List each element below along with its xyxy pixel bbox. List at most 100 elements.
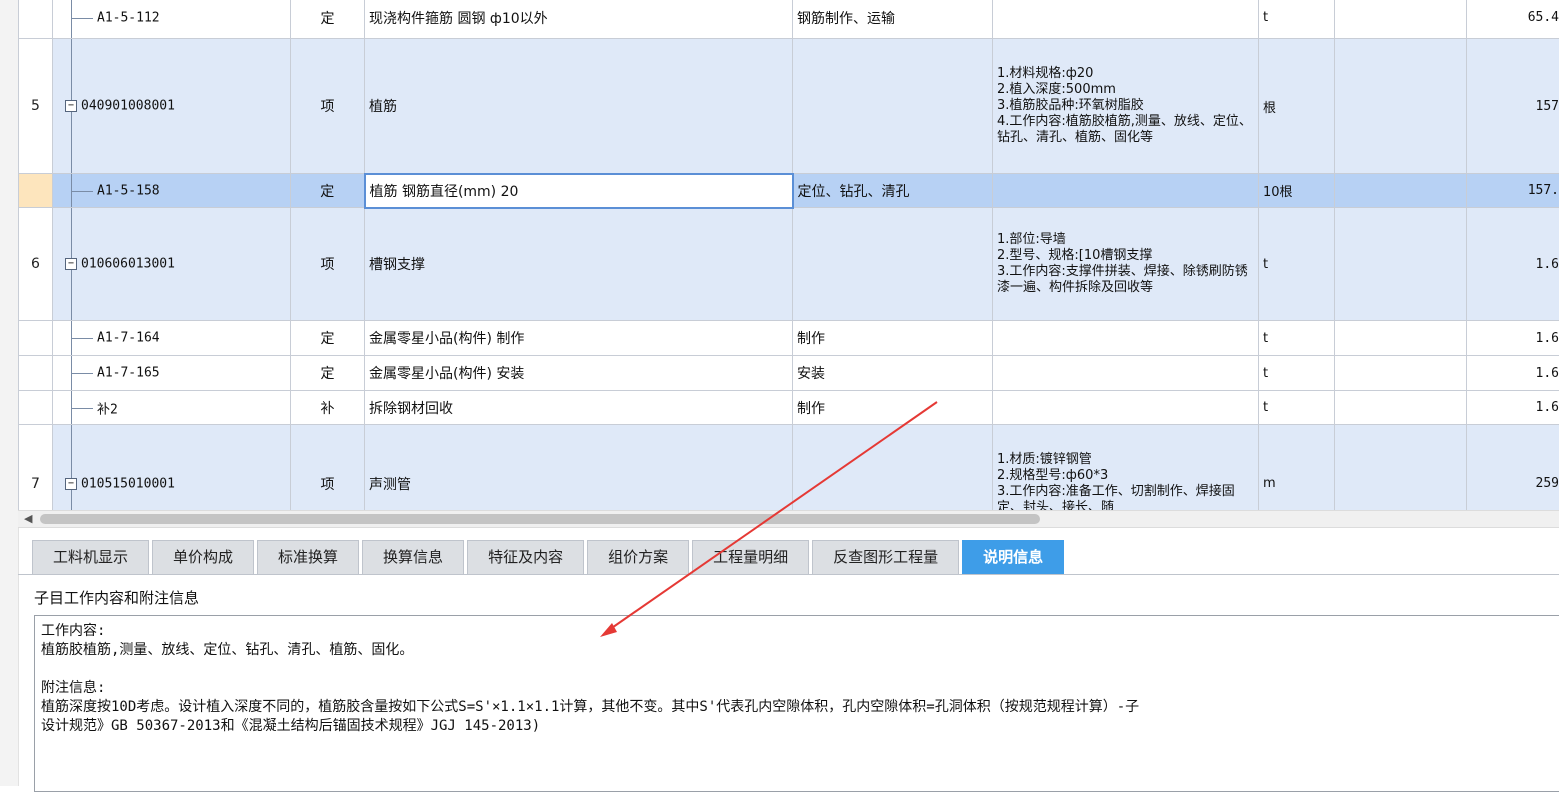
table-row-selected[interactable]: A1-5-158 定 植筋 钢筋直径(mm) 20 定位、钻孔、清孔 10根 1… [19,174,1559,208]
features-cell[interactable]: 1.部位:导墙 2.型号、规格:[10槽钢支撑 3.工作内容:支撑件拼装、焊接、… [993,208,1259,321]
code-cell[interactable]: A1-5-112 [53,0,291,39]
code-cell[interactable]: −010515010001 [53,425,291,511]
type-cell[interactable]: 项 [291,39,365,174]
quantity-cell[interactable]: 157. [1467,174,1559,208]
blank-cell[interactable] [1335,425,1467,511]
tab-conversion-info[interactable]: 换算信息 [362,540,464,574]
scroll-left-icon[interactable]: ◀ [24,512,32,525]
item-code: A1-5-112 [97,10,160,25]
type-cell[interactable]: 项 [291,425,365,511]
tab-unit-price[interactable]: 单价构成 [152,540,254,574]
name-cell[interactable]: 植筋 [365,39,793,174]
features-cell[interactable]: 1.材质:镀锌钢管 2.规格型号:ф60*3 3.工作内容:准备工作、切割制作、… [993,425,1259,511]
quantity-cell[interactable]: 1.6 [1467,321,1559,356]
content-cell[interactable] [793,39,993,174]
quantity-cell[interactable]: 1.6 [1467,391,1559,425]
item-code: 010606013001 [81,257,175,272]
row-number [19,174,53,208]
content-cell[interactable]: 制作 [793,391,993,425]
features-cell[interactable] [993,391,1259,425]
content-cell[interactable] [793,425,993,511]
code-cell[interactable]: A1-7-165 [53,356,291,391]
row-number [19,321,53,356]
type-cell[interactable]: 项 [291,208,365,321]
unit-cell[interactable]: t [1259,391,1335,425]
unit-cell[interactable]: t [1259,208,1335,321]
tab-standard-conversion[interactable]: 标准换算 [257,540,359,574]
quantity-cell[interactable]: 65.4 [1467,0,1559,39]
name-cell[interactable]: 声测管 [365,425,793,511]
type-cell[interactable]: 定 [291,0,365,39]
blank-cell[interactable] [1335,174,1467,208]
bill-grid[interactable]: A1-5-112 定 现浇构件箍筋 圆钢 ф10以外 钢筋制作、运输 t 65.… [18,0,1559,510]
tab-quantity-details[interactable]: 工程量明细 [692,540,809,574]
collapse-toggle-icon[interactable]: − [65,478,77,490]
type-cell[interactable]: 定 [291,356,365,391]
blank-cell[interactable] [1335,39,1467,174]
table-row[interactable]: A1-7-165 定 金属零星小品(构件) 安装 安装 t 1.6 [19,356,1559,391]
features-cell[interactable] [993,356,1259,391]
name-cell[interactable]: 金属零星小品(构件) 制作 [365,321,793,356]
item-code: 补2 [97,398,118,417]
blank-cell[interactable] [1335,321,1467,356]
type-cell[interactable]: 定 [291,174,365,208]
table-row[interactable]: A1-5-112 定 现浇构件箍筋 圆钢 ф10以外 钢筋制作、运输 t 65.… [19,0,1559,39]
row-number: 6 [19,208,53,321]
panel-title: 子目工作内容和附注信息 [34,587,199,608]
quantity-cell[interactable]: 157 [1467,39,1559,174]
table-row[interactable]: A1-7-164 定 金属零星小品(构件) 制作 制作 t 1.6 [19,321,1559,356]
item-code: 010515010001 [81,476,175,491]
table-row[interactable]: 5 −040901008001 项 植筋 1.材料规格:ф20 2.植入深度:5… [19,39,1559,174]
type-cell[interactable]: 补 [291,391,365,425]
tab-reverse-graphic-quantity[interactable]: 反查图形工程量 [812,540,959,574]
name-cell[interactable]: 现浇构件箍筋 圆钢 ф10以外 [365,0,793,39]
blank-cell[interactable] [1335,208,1467,321]
bill-table: A1-5-112 定 现浇构件箍筋 圆钢 ф10以外 钢筋制作、运输 t 65.… [18,0,1559,510]
content-cell[interactable]: 制作 [793,321,993,356]
name-cell-editing[interactable]: 植筋 钢筋直径(mm) 20 [365,174,793,208]
code-cell[interactable]: A1-5-158 [53,174,291,208]
unit-cell[interactable]: 根 [1259,39,1335,174]
unit-cell[interactable]: m [1259,425,1335,511]
table-row[interactable]: 补2 补 拆除钢材回收 制作 t 1.6 [19,391,1559,425]
content-cell[interactable]: 安装 [793,356,993,391]
horizontal-scrollbar[interactable]: ◀ [18,510,1559,528]
code-cell[interactable]: 补2 [53,391,291,425]
type-cell[interactable]: 定 [291,321,365,356]
description-textbox[interactable]: 工作内容: 植筋胶植筋,测量、放线、定位、钻孔、清孔、植筋、固化。 附注信息: … [34,615,1559,792]
left-margin [0,0,19,786]
collapse-toggle-icon[interactable]: − [65,258,77,270]
tab-pricing-scheme[interactable]: 组价方案 [587,540,689,574]
tab-features-content[interactable]: 特征及内容 [467,540,584,574]
quantity-cell[interactable]: 1.6 [1467,208,1559,321]
features-cell[interactable]: 1.材料规格:ф20 2.植入深度:500mm 3.植筋胶品种:环氧树脂胶 4.… [993,39,1259,174]
content-cell[interactable]: 定位、钻孔、清孔 [793,174,993,208]
features-cell[interactable] [993,174,1259,208]
features-cell[interactable] [993,0,1259,39]
code-cell[interactable]: −040901008001 [53,39,291,174]
unit-cell[interactable]: t [1259,321,1335,356]
quantity-cell[interactable]: 259 [1467,425,1559,511]
content-cell[interactable] [793,208,993,321]
code-cell[interactable]: −010606013001 [53,208,291,321]
tab-description-info[interactable]: 说明信息 [962,540,1064,574]
blank-cell[interactable] [1335,391,1467,425]
unit-cell[interactable]: t [1259,0,1335,39]
code-cell[interactable]: A1-7-164 [53,321,291,356]
blank-cell[interactable] [1335,356,1467,391]
content-cell[interactable]: 钢筋制作、运输 [793,0,993,39]
name-cell[interactable]: 拆除钢材回收 [365,391,793,425]
features-cell[interactable] [993,321,1259,356]
tab-labor-material-machine[interactable]: 工料机显示 [32,540,149,574]
unit-cell[interactable]: 10根 [1259,174,1335,208]
row-number: 5 [19,39,53,174]
unit-cell[interactable]: t [1259,356,1335,391]
collapse-toggle-icon[interactable]: − [65,100,77,112]
scrollbar-thumb[interactable] [40,514,1040,524]
quantity-cell[interactable]: 1.6 [1467,356,1559,391]
table-row[interactable]: 7 −010515010001 项 声测管 1.材质:镀锌钢管 2.规格型号:ф… [19,425,1559,511]
name-cell[interactable]: 金属零星小品(构件) 安装 [365,356,793,391]
table-row[interactable]: 6 −010606013001 项 槽钢支撑 1.部位:导墙 2.型号、规格:[… [19,208,1559,321]
blank-cell[interactable] [1335,0,1467,39]
name-cell[interactable]: 槽钢支撑 [365,208,793,321]
